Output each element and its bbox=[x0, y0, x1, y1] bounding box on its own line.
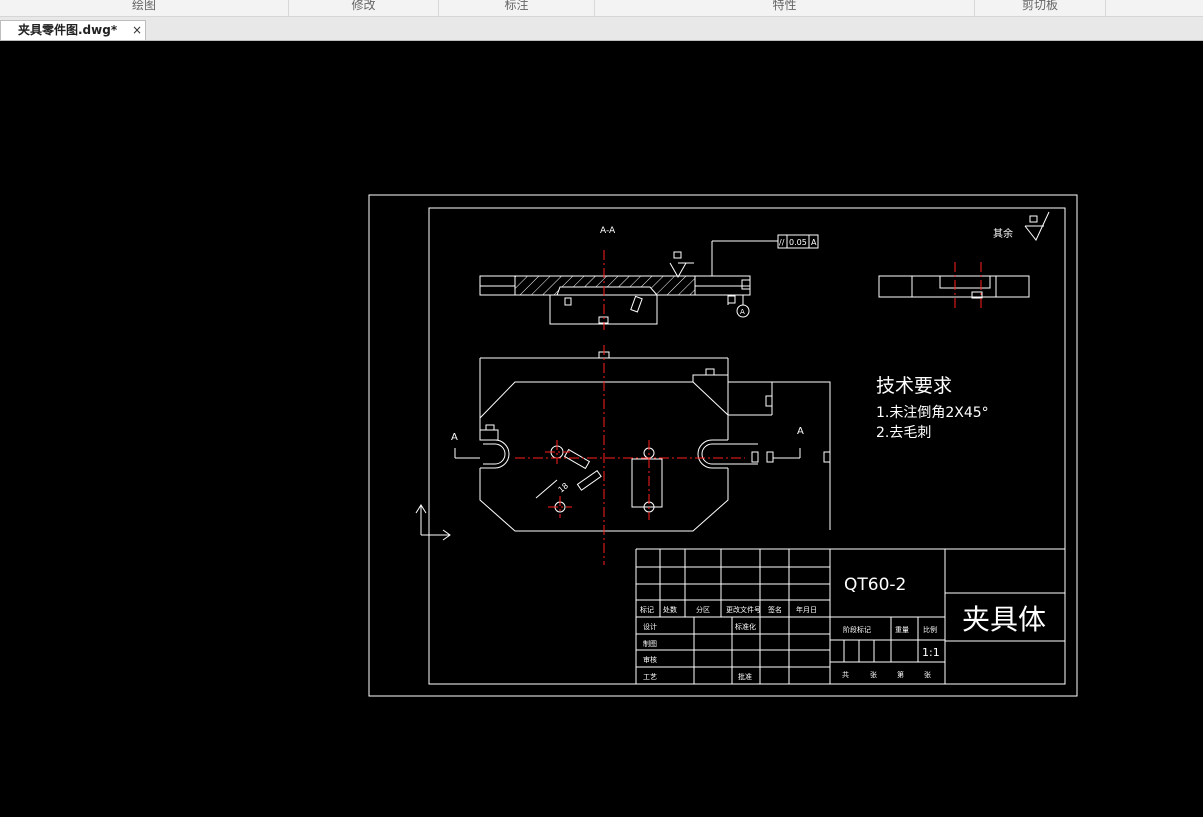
tb-stage-mark: 阶段标记 bbox=[843, 625, 871, 634]
tolerance-symbol: // bbox=[779, 238, 785, 247]
tb-label-date: 年月日 bbox=[796, 605, 817, 614]
tb-design: 设计 bbox=[643, 622, 657, 631]
tech-req-line-1: 1.未注倒角2X45° bbox=[876, 405, 989, 421]
document-tab[interactable]: 夹具零件图.dwg* × bbox=[0, 20, 146, 40]
tb-process: 工艺 bbox=[643, 673, 657, 681]
tb-label-sign: 签名 bbox=[768, 605, 782, 614]
drawing-svg: A-A // 0.05 A A 其余 A A 18 技术要求 1.未注倒角2X4… bbox=[368, 194, 1078, 697]
ribbon-group-modify[interactable]: 修改 bbox=[289, 0, 439, 16]
tb-label-zone: 分区 bbox=[696, 605, 710, 614]
plan-view bbox=[454, 351, 831, 532]
tolerance-value: 0.05 bbox=[789, 238, 807, 247]
angle-dimension: 18 bbox=[557, 481, 571, 494]
ribbon-group-draw[interactable]: 绘图 bbox=[0, 0, 289, 16]
ucs-icon bbox=[415, 504, 451, 541]
roughness-symbol bbox=[1024, 211, 1050, 241]
ribbon-bar: 绘图 修改 标注 特性 剪切板 bbox=[0, 0, 1203, 17]
tb-scale-value: 1:1 bbox=[922, 646, 940, 659]
cut-label-left: A bbox=[451, 432, 458, 443]
tb-sheet-unit: 张 bbox=[870, 670, 877, 679]
tb-sheet-no: 第 bbox=[897, 670, 904, 679]
tech-req-line-2: 2.去毛刺 bbox=[876, 425, 931, 441]
tb-part-name: 夹具体 bbox=[962, 603, 1046, 636]
tb-sheet-unit-2: 张 bbox=[924, 670, 931, 679]
tb-weight: 重量 bbox=[895, 626, 909, 634]
tb-approve: 批准 bbox=[738, 672, 752, 681]
drawing-canvas[interactable]: A-A // 0.05 A A 其余 A A 18 技术要求 1.未注倒角2X4… bbox=[0, 41, 1203, 813]
section-label: A-A bbox=[600, 226, 616, 236]
tb-sheet-total: 共 bbox=[842, 670, 849, 679]
tb-label-change-doc: 更改文件号 bbox=[726, 605, 761, 614]
ribbon-group-clipboard[interactable]: 剪切板 bbox=[975, 0, 1106, 16]
close-icon[interactable]: × bbox=[132, 21, 142, 40]
section-view bbox=[479, 234, 819, 325]
tb-review: 审核 bbox=[643, 655, 657, 664]
side-view bbox=[878, 275, 1030, 299]
ribbon-group-properties[interactable]: 特性 bbox=[595, 0, 975, 16]
tb-scale-label: 比例 bbox=[923, 625, 937, 634]
tb-material: QT60-2 bbox=[844, 575, 906, 595]
datum-circle-label: A bbox=[740, 308, 745, 316]
tb-label-count: 处数 bbox=[663, 605, 677, 614]
tolerance-datum: A bbox=[811, 238, 817, 247]
tb-standardization: 标准化 bbox=[735, 622, 756, 631]
document-tab-title: 夹具零件图.dwg* bbox=[18, 23, 118, 37]
tech-req-title: 技术要求 bbox=[876, 375, 952, 397]
cut-label-right: A bbox=[797, 426, 804, 437]
ribbon-group-annotate[interactable]: 标注 bbox=[439, 0, 595, 16]
rest-roughness-label: 其余 bbox=[993, 227, 1013, 240]
tb-label-mark: 标记 bbox=[640, 605, 654, 614]
document-tab-bar: 夹具零件图.dwg* × bbox=[0, 17, 1203, 41]
tb-drawing: 制图 bbox=[643, 639, 657, 648]
